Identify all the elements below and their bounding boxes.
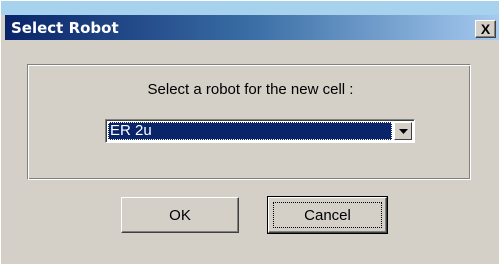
- robot-select-dropdown-button[interactable]: [394, 122, 412, 140]
- select-robot-dialog: Select Robot X Select a robot for the ne…: [0, 0, 499, 264]
- robot-select-value[interactable]: ER 2u: [108, 122, 392, 140]
- top-strip: [1, 1, 499, 15]
- prompt-label: Select a robot for the new cell :: [147, 81, 354, 98]
- close-icon: X: [480, 21, 491, 37]
- ok-button-label: OK: [169, 206, 191, 224]
- robot-select[interactable]: ER 2u: [105, 119, 415, 143]
- title-bar[interactable]: Select Robot: [5, 15, 499, 40]
- close-button[interactable]: X: [475, 20, 496, 38]
- chevron-down-icon: [398, 128, 408, 134]
- focus-rectangle: [273, 202, 382, 228]
- cancel-button[interactable]: Cancel: [267, 196, 388, 234]
- ok-button[interactable]: OK: [121, 197, 239, 233]
- dialog-title: Select Robot: [11, 19, 119, 37]
